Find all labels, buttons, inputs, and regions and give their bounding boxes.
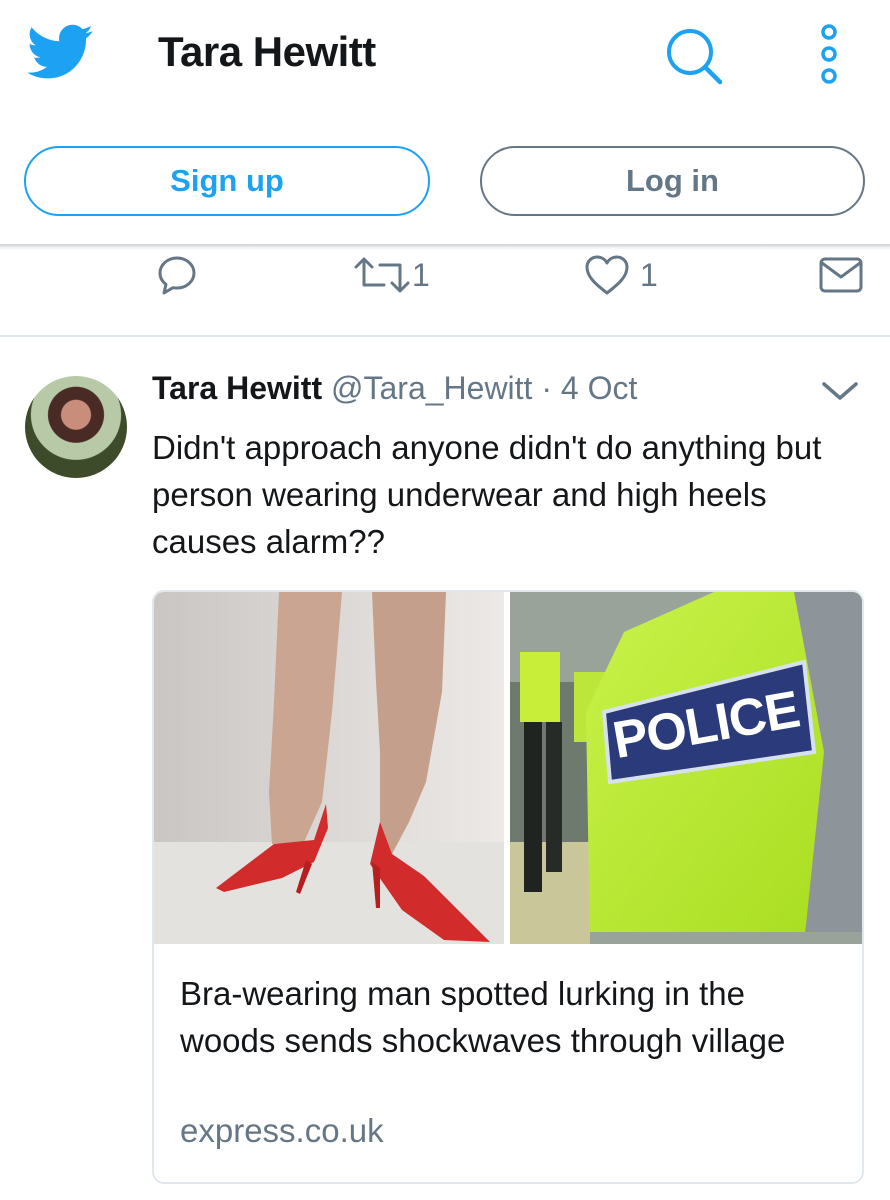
like-count: 1	[640, 256, 658, 293]
direct-message-action[interactable]	[818, 252, 864, 298]
card-image: POLICE	[154, 592, 862, 944]
tweet-header: Tara Hewitt @Tara_Hewitt · 4 Oct	[152, 370, 637, 407]
envelope-icon	[819, 257, 863, 293]
link-card[interactable]: POLICE Bra-wearing man spotted lurking i…	[152, 590, 864, 1184]
tweet-divider	[0, 335, 890, 337]
more-vertical-icon[interactable]	[815, 22, 843, 86]
top-app-bar: Tara Hewitt	[0, 0, 890, 110]
heart-icon	[585, 255, 629, 295]
avatar[interactable]	[25, 376, 127, 478]
tweet-text: Didn't approach anyone didn't do anythin…	[152, 429, 822, 560]
header-separator: ·	[541, 370, 552, 406]
retweet-icon	[354, 257, 410, 293]
like-action[interactable]: 1	[584, 252, 658, 298]
twitter-bird-icon[interactable]	[28, 24, 94, 80]
retweet-action[interactable]: 1	[352, 252, 430, 298]
card-title[interactable]: Bra-wearing man spotted lurking in the w…	[180, 970, 830, 1064]
reply-action[interactable]	[155, 252, 199, 298]
sign-up-button[interactable]: Sign up	[24, 146, 430, 216]
page-title: Tara Hewitt	[158, 28, 376, 75]
author-name[interactable]: Tara Hewitt	[152, 370, 322, 406]
header-shadow	[0, 244, 890, 250]
author-handle[interactable]: @Tara_Hewitt	[331, 370, 532, 406]
auth-bar: Sign up Log in	[0, 140, 890, 240]
search-icon[interactable]	[664, 26, 724, 86]
retweet-count: 1	[412, 256, 430, 293]
card-domain: express.co.uk	[180, 1112, 384, 1149]
chevron-down-icon[interactable]	[820, 376, 860, 406]
tweet-date[interactable]: 4 Oct	[561, 370, 637, 406]
log-in-button[interactable]: Log in	[480, 146, 865, 216]
reply-icon	[158, 256, 196, 295]
